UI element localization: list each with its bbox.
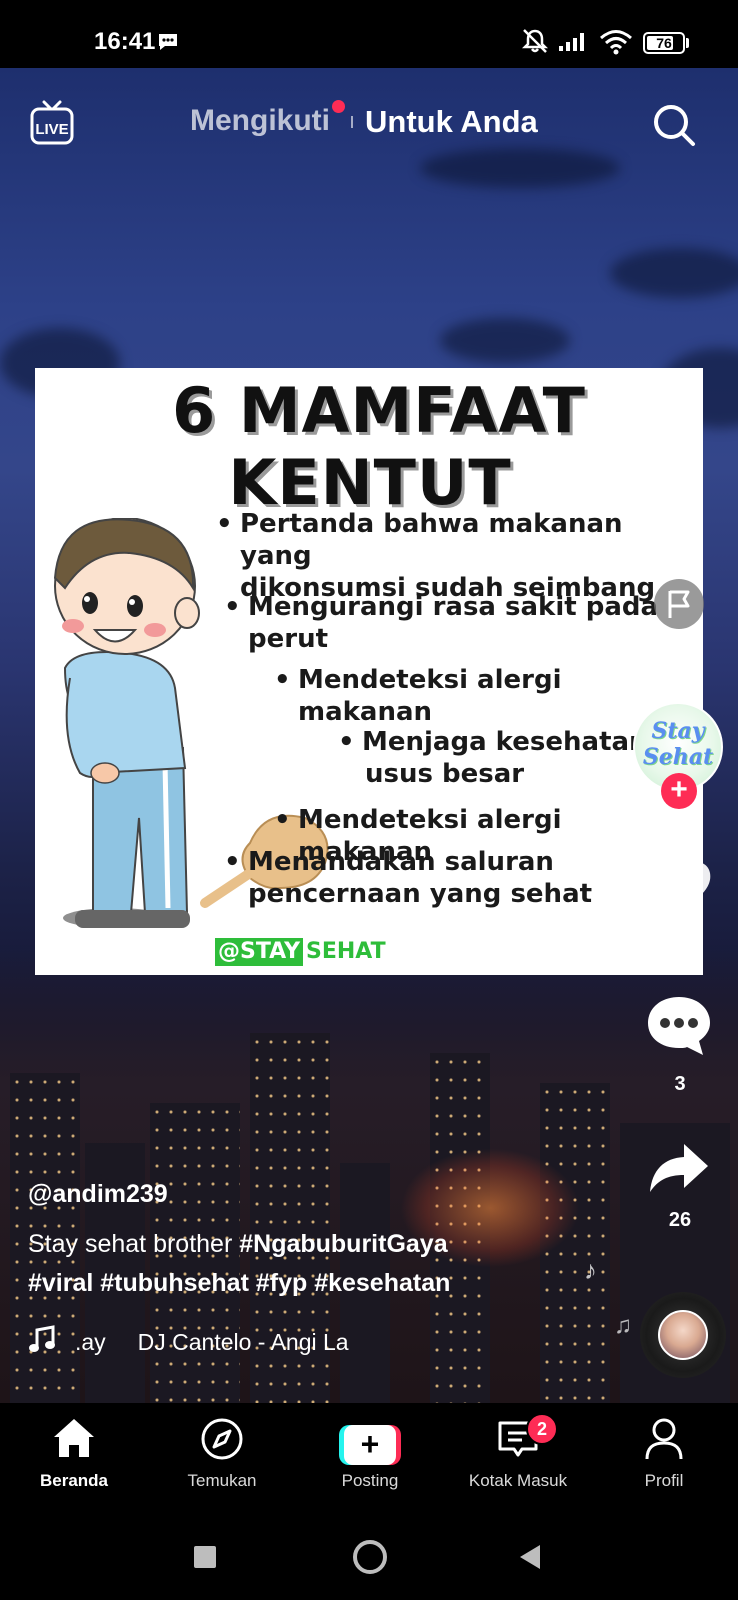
tab-profile[interactable]: Profil	[590, 1403, 738, 1498]
benefit-text-line2: pencernaan yang sehat	[248, 879, 593, 909]
home-button[interactable]	[353, 1540, 387, 1574]
share-count: 26	[668, 1209, 692, 1231]
background-cloud	[420, 148, 620, 188]
wifi-icon	[600, 30, 632, 55]
floating-note-icon: ♫	[614, 1312, 632, 1339]
heart-like-icon[interactable]	[650, 855, 714, 915]
avatar-logo-text: Stay Sehat	[635, 718, 721, 770]
tab-divider	[351, 116, 353, 128]
brand-handle: @STAY	[215, 938, 303, 966]
comment-count: 3	[674, 1073, 686, 1095]
hashtag-link[interactable]: #NgabuburitGaya	[239, 1230, 447, 1258]
music-disc-avatar	[658, 1310, 708, 1360]
tab-for-you[interactable]: Untuk Anda	[365, 104, 538, 140]
tab-discover-label: Temukan	[187, 1471, 257, 1490]
battery-percent: 76	[656, 35, 672, 51]
plus-icon: +	[344, 1425, 396, 1465]
avatar-logo-line1: Stay	[651, 718, 705, 744]
tab-profile-label: Profil	[644, 1471, 684, 1490]
battery-indicator: 76	[643, 32, 685, 54]
follow-button[interactable]: +	[661, 773, 697, 809]
tab-post-label: Posting	[341, 1471, 399, 1490]
tab-home[interactable]: Beranda	[0, 1403, 148, 1498]
tab-inbox-label: Kotak Masuk	[468, 1471, 568, 1490]
background-cloud	[440, 318, 570, 363]
music-title[interactable]: .ay DJ Cantelo - Angi La	[75, 1329, 349, 1356]
avatar-logo-line2: Sehat	[642, 744, 714, 770]
search-icon[interactable]	[652, 103, 696, 147]
benefit-text-line2: perut	[248, 624, 329, 654]
benefit-item: • Menjaga kesehatan usus besar	[338, 727, 648, 789]
music-note-icon	[29, 1325, 55, 1352]
status-bar: 16:41 76	[0, 0, 738, 68]
benefit-text-line1: Mengurangi rasa sakit pada	[248, 592, 659, 622]
music-disc[interactable]	[640, 1292, 726, 1378]
clock: 16:41	[94, 28, 156, 55]
recent-apps-button[interactable]	[194, 1546, 216, 1568]
battery-tip	[686, 38, 689, 48]
creator-username[interactable]: @andim239	[28, 1180, 168, 1209]
compass-icon	[201, 1418, 243, 1460]
share-arrow-icon[interactable]	[648, 1140, 710, 1194]
benefit-text-line1: Menandakan saluran	[248, 847, 554, 877]
tab-following[interactable]: Mengikuti	[190, 104, 330, 138]
brand-watermark: @STAY SEHAT	[215, 938, 386, 966]
home-icon	[54, 1419, 94, 1457]
benefit-item: • Menandakan saluran pencernaan yang seh…	[224, 847, 593, 909]
infographic-title-line1: 6 MAMFAAT	[172, 374, 586, 447]
hashtag-links[interactable]: #viral #tubuhsehat #fyp #kesehatan	[28, 1269, 450, 1298]
back-button[interactable]	[520, 1545, 540, 1569]
video-description: Stay sehat brother #NgabuburitGaya	[28, 1230, 448, 1259]
flag-report-icon[interactable]	[653, 578, 705, 630]
live-icon[interactable]: LIVE	[30, 100, 74, 146]
svg-text:LIVE: LIVE	[35, 121, 68, 138]
post-button[interactable]: +	[339, 1425, 401, 1465]
silent-mode-icon	[521, 29, 549, 53]
inbox-unread-badge: 2	[526, 1413, 558, 1445]
benefit-text-line1: Menjaga kesehatan	[362, 727, 648, 757]
infographic-card: 6 MAMFAAT KENTUT • Pertanda bahwa makana…	[35, 368, 703, 975]
benefit-item: • Mengurangi rasa sakit pada perut	[224, 592, 659, 654]
tab-home-label: Beranda	[39, 1471, 109, 1490]
tab-inbox[interactable]: Kotak Masuk	[444, 1403, 592, 1498]
benefit-item: • Pertanda bahwa makanan yang dikonsumsi…	[216, 508, 703, 604]
benefit-text-line2: usus besar	[365, 759, 525, 789]
benefit-text-line1: Pertanda bahwa makanan yang	[240, 509, 623, 571]
floating-note-icon: ♪	[584, 1255, 597, 1285]
description-text: Stay sehat brother	[28, 1230, 240, 1258]
message-notification-icon	[159, 34, 177, 50]
comment-icon[interactable]	[645, 993, 713, 1059]
signal-icon	[559, 33, 584, 51]
following-notification-dot	[332, 100, 345, 113]
profile-person-icon	[645, 1418, 683, 1460]
like-count: 468	[663, 924, 697, 946]
tab-discover[interactable]: Temukan	[148, 1403, 296, 1498]
background-cloud	[610, 248, 738, 298]
brand-name: SEHAT	[306, 939, 386, 964]
